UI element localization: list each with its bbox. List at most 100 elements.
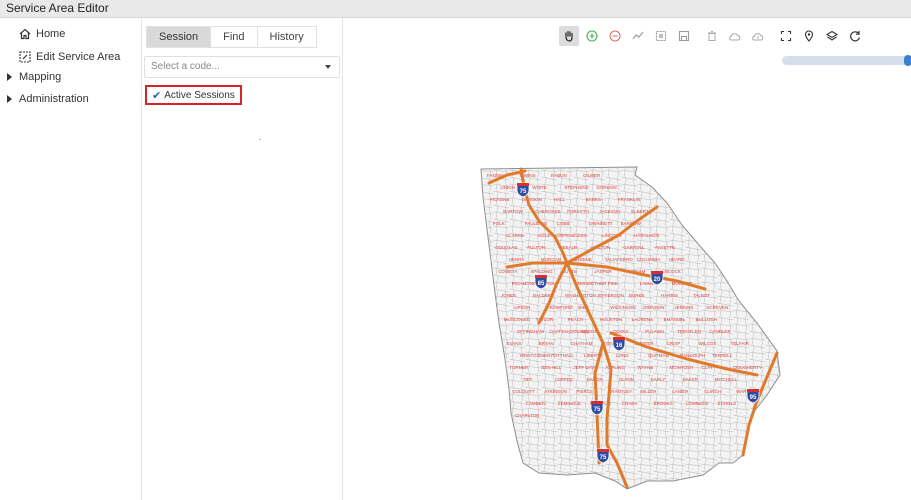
county-label: MERIWETHER	[576, 281, 607, 286]
county-label: MONTGOMERY	[520, 353, 553, 358]
code-select-placeholder: Select a code...	[151, 61, 220, 72]
interstate-shield-number: 20	[654, 277, 661, 283]
interstate-shield-number: 75	[520, 189, 527, 195]
county-label: JEFFERSON	[597, 293, 624, 298]
county-label: GWINNETT	[589, 221, 613, 226]
nav-item-administration-label: Administration	[19, 93, 89, 105]
county-boundaries	[481, 167, 780, 489]
active-sessions-item[interactable]: ✔ Active Sessions	[145, 85, 242, 105]
county-label: LOWNDES	[686, 401, 709, 406]
county-label: EARLY	[651, 377, 665, 382]
county-label: LANIER	[672, 389, 689, 394]
nav-item-mapping[interactable]: Mapping	[7, 71, 61, 83]
active-sessions-label: Active Sessions	[164, 89, 235, 101]
interstate-shield-number: 95	[750, 395, 757, 401]
map-toolbar	[559, 26, 868, 46]
county-label: POLK	[493, 221, 505, 226]
interstate-shield-number: 75	[600, 455, 607, 461]
app-title-bar: Service Area Editor	[0, 0, 911, 18]
county-label: CANDLER	[709, 329, 731, 334]
delete-icon[interactable]	[702, 26, 722, 46]
county-label: TURNER	[509, 365, 528, 370]
county-label: WAYNE	[637, 365, 653, 370]
code-select[interactable]: Select a code...	[144, 56, 340, 78]
nav-item-home-label: Home	[36, 28, 66, 40]
zoom-slider-handle[interactable]	[904, 55, 911, 66]
county-label: COWETA	[498, 269, 517, 274]
interstate-shield: 20	[650, 270, 664, 286]
county-label: WILKINSON	[610, 305, 635, 310]
county-label: RABUN	[551, 173, 567, 178]
county-label: BRANTLEY	[608, 389, 632, 394]
county-label: CRAWFORD	[546, 305, 573, 310]
interstate-shield-number: 85	[538, 281, 545, 287]
county-label: EVANS	[507, 341, 522, 346]
expand-arrow-icon	[7, 95, 12, 103]
county-label: EFFINGHAM	[517, 329, 544, 334]
pan-hand-icon[interactable]	[559, 26, 579, 46]
county-label: ATKINSON	[544, 389, 567, 394]
county-label: WILKES	[570, 233, 587, 238]
fullscreen-icon[interactable]	[776, 26, 796, 46]
add-icon[interactable]	[582, 26, 602, 46]
refresh-icon[interactable]	[845, 26, 865, 46]
county-label: MCINTOSH	[669, 365, 693, 370]
expand-arrow-icon	[7, 73, 12, 81]
tab-history[interactable]: History	[257, 26, 317, 48]
county-label: HEARD	[669, 257, 686, 262]
county-label: BULLOCH	[696, 317, 717, 322]
layers-icon[interactable]	[822, 26, 842, 46]
cloud-upload-icon[interactable]	[725, 26, 745, 46]
interstate-shield: 95	[746, 388, 760, 404]
app-title: Service Area Editor	[6, 1, 109, 15]
county-label: JASPER	[594, 269, 612, 274]
county-label: TALBOT	[693, 293, 710, 298]
county-label: MITCHELL	[715, 377, 738, 382]
interstate-shield: 85	[534, 274, 548, 290]
county-label: DOUGLAS	[495, 245, 517, 250]
nav-item-home[interactable]: Home	[19, 28, 65, 40]
tab-find[interactable]: Find	[211, 26, 258, 48]
county-label: GILMER	[583, 173, 601, 178]
cloud-download-icon[interactable]	[748, 26, 768, 46]
chevron-down-icon[interactable]	[325, 65, 331, 69]
georgia-county-map[interactable]: FANNIN TOWNS RABUN GILMERUNION WHITE STEPHENS…	[477, 163, 785, 493]
zoom-slider[interactable]	[782, 55, 911, 66]
county-label: HENRY	[509, 257, 525, 262]
county-label: WILCOX	[699, 341, 717, 346]
county-label: PULASKI	[645, 329, 664, 334]
county-label: CLINCH	[704, 389, 721, 394]
checkmark-icon: ✔	[152, 89, 162, 102]
county-label: PEACH	[568, 317, 584, 322]
remove-icon[interactable]	[605, 26, 625, 46]
county-label: FULTON	[527, 245, 545, 250]
save-icon[interactable]	[674, 26, 694, 46]
county-label: CRISP	[667, 341, 681, 346]
left-navigation: Home Edit Service Area Mapping Administr…	[0, 18, 141, 500]
county-label: UNION	[500, 185, 515, 190]
county-label: PICKENS	[490, 197, 510, 202]
loading-indicator	[259, 139, 261, 140]
county-label: BROOKS	[654, 401, 673, 406]
location-pin-icon[interactable]	[799, 26, 819, 46]
nav-item-edit-service-area[interactable]: Edit Service Area	[19, 51, 120, 63]
county-label: LAURENS	[632, 317, 653, 322]
county-label: LONG	[616, 353, 629, 358]
nav-item-administration[interactable]: Administration	[7, 93, 89, 105]
select-area-icon[interactable]	[651, 26, 671, 46]
interstate-shield: 75	[516, 182, 530, 198]
tab-session[interactable]: Session	[146, 26, 212, 48]
draw-line-icon[interactable]	[628, 26, 648, 46]
county-label: COFFEE	[555, 377, 573, 382]
county-label: GORDON	[596, 185, 616, 190]
county-label: BARTOW	[503, 209, 523, 214]
county-label: GRADY	[622, 401, 638, 406]
county-label: BAKER	[683, 377, 699, 382]
county-label: ECHOLS	[718, 401, 737, 406]
county-label: CHATHAM	[571, 341, 593, 346]
county-label: TELFAIR	[731, 341, 750, 346]
nav-item-mapping-label: Mapping	[19, 71, 62, 83]
edit-area-icon	[19, 51, 31, 63]
home-icon	[19, 28, 31, 40]
county-label: CLARKE	[506, 233, 524, 238]
